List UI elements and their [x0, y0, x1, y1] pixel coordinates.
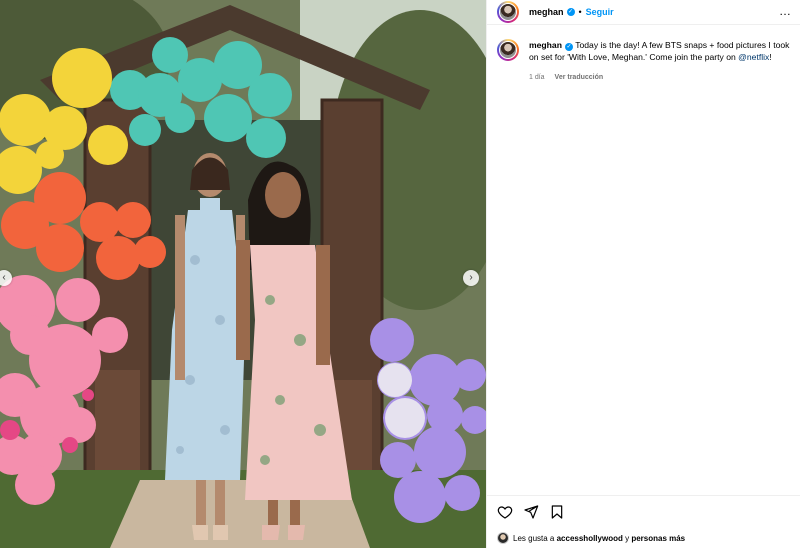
follow-button[interactable]: Seguir	[586, 7, 614, 17]
likes-connector: y	[625, 533, 630, 543]
caption-text-end: !	[769, 52, 772, 62]
heart-icon[interactable]	[497, 504, 513, 520]
likes-summary: Les gusta a accesshollywood y personas m…	[497, 532, 790, 544]
send-icon[interactable]	[523, 504, 539, 520]
liker-avatar[interactable]	[497, 532, 509, 544]
verified-badge-icon: ✓	[564, 43, 573, 51]
action-row	[497, 504, 790, 520]
post-photo[interactable]: ‹ ›	[0, 0, 486, 548]
post-actions: Les gusta a accesshollywood y personas m…	[487, 495, 800, 548]
post-timestamp[interactable]: 1 día	[529, 74, 545, 81]
caption-avatar[interactable]	[497, 39, 519, 61]
post-header: meghan ✓ • Seguir …	[487, 0, 800, 25]
bookmark-icon[interactable]	[549, 504, 565, 520]
post-side-panel: meghan ✓ • Seguir … meghan ✓ Today is the…	[486, 0, 800, 548]
likes-others-link[interactable]: personas más	[631, 534, 685, 543]
header-separator: •	[578, 7, 582, 17]
caption-username[interactable]: meghan	[529, 40, 562, 50]
chevron-right-icon[interactable]: ›	[463, 270, 479, 286]
post-caption: meghan ✓ Today is the day! A few BTS snap…	[487, 25, 800, 84]
photo-illustration	[0, 0, 486, 548]
mention-link[interactable]: @netflix	[738, 52, 769, 62]
liker-username[interactable]: accesshollywood	[557, 534, 623, 543]
author-username[interactable]: meghan	[529, 7, 564, 17]
more-options-icon[interactable]: …	[779, 4, 792, 18]
caption-meta: 1 día Ver traducción	[529, 72, 790, 84]
likes-prefix: Les gusta a	[513, 533, 555, 543]
translate-link[interactable]: Ver traducción	[555, 74, 604, 81]
author-avatar[interactable]	[497, 1, 519, 23]
verified-badge-icon: ✓	[566, 8, 575, 16]
caption-body: meghan ✓ Today is the day! A few BTS snap…	[529, 39, 790, 84]
